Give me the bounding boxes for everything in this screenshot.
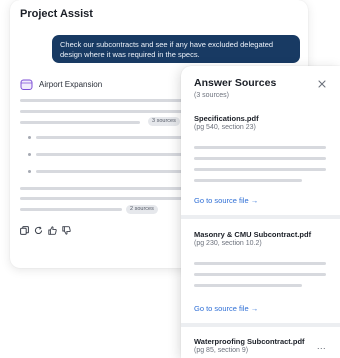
source-name: Masonry & CMU Subcontract.pdf xyxy=(194,230,312,239)
source-meta: (pg 540, section 23) xyxy=(194,124,256,131)
chat-title: Project Assist xyxy=(20,8,93,20)
sources-pill[interactable]: 3 sources xyxy=(148,117,180,126)
stage: Project Assist Check our subcontracts an… xyxy=(0,0,340,358)
source-excerpt-line xyxy=(194,273,326,276)
bullet-dot xyxy=(28,136,31,139)
source-excerpt-line xyxy=(194,146,326,149)
copy-icon[interactable] xyxy=(20,222,29,235)
bullet-dot xyxy=(28,153,31,156)
folder-icon xyxy=(20,78,33,91)
close-icon[interactable] xyxy=(317,76,327,88)
response-line xyxy=(20,99,186,102)
bullet-dot xyxy=(28,170,31,173)
source-name: Specifications.pdf xyxy=(194,114,259,123)
source-name: Waterproofing Subcontract.pdf xyxy=(194,337,305,346)
response-line xyxy=(20,197,186,200)
refresh-icon[interactable] xyxy=(34,222,43,234)
project-row[interactable]: Airport Expansion xyxy=(20,77,102,91)
response-line xyxy=(20,121,140,124)
source-separator xyxy=(181,215,340,219)
source-excerpt-line xyxy=(194,157,326,160)
bullet-line xyxy=(36,136,186,139)
thumbs-down-icon[interactable] xyxy=(62,222,71,235)
source-excerpt-line xyxy=(194,168,326,171)
bullet-line xyxy=(36,153,186,156)
source-separator xyxy=(181,323,340,327)
project-name: Airport Expansion xyxy=(39,79,103,89)
more-options-icon[interactable]: ... xyxy=(317,341,326,351)
user-message-bubble: Check our subcontracts and see if any ha… xyxy=(52,35,300,63)
sources-count: (3 sources) xyxy=(194,92,230,99)
response-line xyxy=(20,187,186,190)
thumbs-up-icon[interactable] xyxy=(48,222,57,235)
answer-sources-panel: Answer Sources (3 sources) Specification… xyxy=(181,66,340,358)
response-line xyxy=(20,208,122,211)
source-excerpt-line xyxy=(194,179,302,182)
message-actions xyxy=(20,222,71,235)
sources-pill[interactable]: 2 sources xyxy=(126,205,158,214)
panel-title: Answer Sources xyxy=(194,77,277,89)
source-meta: (pg 85, section 9) xyxy=(194,347,249,354)
response-line xyxy=(20,110,186,113)
go-to-source-link[interactable]: Go to source file → xyxy=(194,196,258,205)
go-to-source-link[interactable]: Go to source file → xyxy=(194,304,258,313)
bullet-line xyxy=(36,170,186,173)
source-meta: (pg 230, section 10.2) xyxy=(194,240,262,247)
source-excerpt-line xyxy=(194,284,302,287)
source-excerpt-line xyxy=(194,262,326,265)
